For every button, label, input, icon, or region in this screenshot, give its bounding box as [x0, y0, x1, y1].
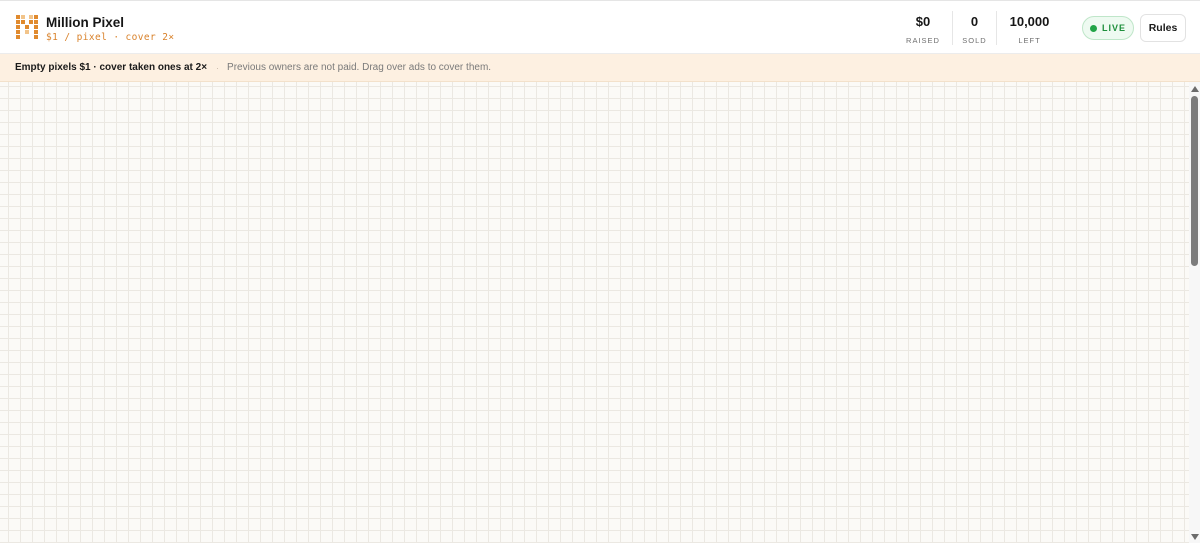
notice-secondary-text: Previous owners are not paid. Drag over … — [227, 62, 492, 73]
stat-sold-value: 0 — [970, 14, 979, 29]
stat-left-value: 10,000 — [1009, 14, 1050, 29]
brand[interactable]: Million Pixel $1 / pixel · cover 2× — [16, 14, 175, 44]
pixel-m-logo-icon — [16, 15, 38, 39]
pricing-notice-bar: Empty pixels $1 · cover taken ones at 2×… — [0, 54, 1200, 82]
scrollbar-thumb[interactable] — [1191, 96, 1198, 266]
notice-primary-text: Empty pixels $1 · cover taken ones at 2× — [15, 62, 208, 73]
vertical-scrollbar[interactable] — [1189, 82, 1200, 543]
stat-sold: 0 SOLD — [952, 11, 996, 45]
pixel-grid-canvas[interactable] — [0, 82, 1189, 543]
notice-separator: · — [216, 62, 220, 73]
top-header: Million Pixel $1 / pixel · cover 2× $0 R… — [0, 0, 1200, 54]
live-dot-icon — [1089, 24, 1097, 32]
live-status-label: LIVE — [1101, 23, 1126, 33]
stats-group: $0 RAISED 0 SOLD 10,000 LEFT — [894, 11, 1062, 45]
stat-left: 10,000 LEFT — [996, 11, 1062, 45]
stat-raised-label: RAISED — [906, 36, 940, 45]
scroll-down-arrow-icon[interactable] — [1191, 534, 1199, 540]
stat-sold-label: SOLD — [962, 36, 987, 45]
stat-raised-value: $0 — [915, 14, 931, 29]
brand-title: Million Pixel — [46, 15, 125, 30]
scroll-up-arrow-icon[interactable] — [1191, 86, 1199, 92]
live-status-badge: LIVE — [1082, 16, 1134, 40]
brand-subtitle: $1 / pixel · cover 2× — [46, 32, 175, 43]
stat-left-label: LEFT — [1018, 36, 1041, 45]
stat-raised: $0 RAISED — [894, 11, 952, 45]
rules-button[interactable]: Rules — [1140, 14, 1186, 42]
